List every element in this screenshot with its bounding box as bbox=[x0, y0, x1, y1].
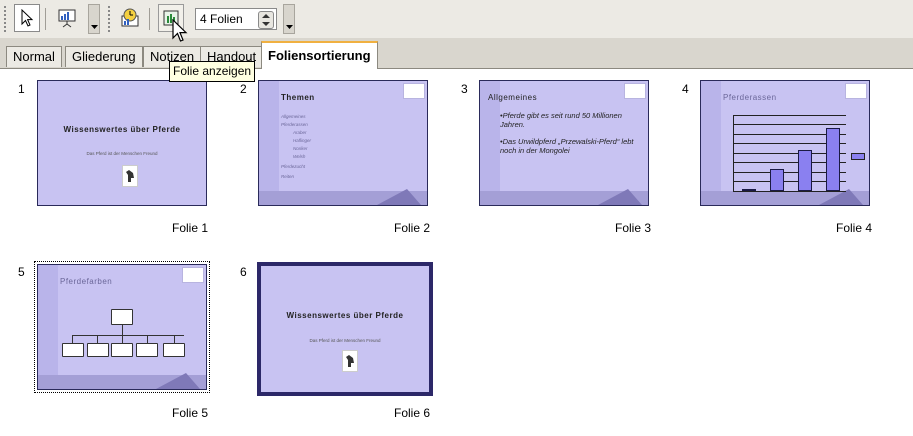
select-button[interactable] bbox=[14, 4, 40, 32]
slide-caption: Folie 6 bbox=[394, 406, 431, 420]
slide-thumbnail-4[interactable]: Pferderassen bbox=[700, 80, 870, 206]
slide-caption: Folie 2 bbox=[394, 221, 431, 235]
toolbar-dropdown-arrow[interactable] bbox=[88, 4, 100, 34]
toolbar-separator bbox=[149, 8, 150, 30]
slide-show-icon bbox=[58, 9, 76, 28]
slide-logo bbox=[624, 83, 646, 99]
chart-bar bbox=[770, 169, 784, 191]
chart-bar bbox=[742, 189, 756, 191]
org-chart-line bbox=[174, 335, 175, 343]
chevron-down-icon bbox=[285, 25, 293, 29]
toolbar-dropdown-arrow[interactable] bbox=[283, 4, 295, 34]
slide-decoration bbox=[38, 265, 58, 389]
slide-caption: Folie 3 bbox=[615, 221, 652, 235]
slide-bullet: Allgemeines bbox=[281, 114, 306, 119]
slide-number: 3 bbox=[461, 82, 468, 96]
view-tabs: Normal Gliederung Notizen Handout Folien… bbox=[0, 38, 913, 69]
org-chart-line bbox=[122, 335, 123, 343]
slide-logo bbox=[182, 267, 204, 283]
slide-title: Themen bbox=[281, 93, 315, 102]
slide-number: 5 bbox=[18, 265, 25, 279]
slide-logo bbox=[403, 83, 425, 99]
org-chart-box bbox=[111, 343, 133, 357]
slide-bullet: Welsh bbox=[293, 154, 306, 159]
horse-head-icon bbox=[346, 355, 354, 367]
slide-thumbnail-5[interactable]: Pferdefarben bbox=[34, 261, 210, 393]
slide-number: 2 bbox=[240, 82, 247, 96]
slide-bullet: Araber bbox=[293, 130, 307, 135]
org-chart-line bbox=[122, 325, 123, 335]
horse-image bbox=[122, 165, 138, 187]
slides-per-row-field[interactable]: 4 Folien bbox=[195, 8, 277, 30]
slide-bullet: •Pferde gibt es seit rund 50 Millionen J… bbox=[500, 111, 622, 129]
spin-up-down-icon bbox=[262, 14, 270, 26]
org-chart-line bbox=[72, 335, 73, 343]
slide-bullet: Haflinger bbox=[293, 138, 312, 143]
org-chart-box bbox=[111, 309, 133, 325]
org-chart-box bbox=[87, 343, 109, 357]
slide-decoration bbox=[259, 81, 279, 205]
slide-thumbnail-6[interactable]: Wissenswertes über Pferde Das Pferd ist … bbox=[257, 262, 433, 396]
tooltip: Folie anzeigen bbox=[169, 61, 256, 82]
org-chart-line bbox=[72, 335, 184, 336]
slides-per-row-spinner[interactable] bbox=[258, 11, 274, 29]
slide-title: Wissenswertes über Pferde bbox=[286, 311, 404, 320]
chart-legend bbox=[851, 153, 865, 160]
toolbar-grip[interactable] bbox=[4, 6, 6, 32]
slide-number: 4 bbox=[682, 82, 689, 96]
chevron-down-icon bbox=[90, 25, 98, 29]
slide-logo bbox=[845, 83, 867, 99]
slide-caption: Folie 4 bbox=[836, 221, 873, 235]
slide-title: Allgemeines bbox=[488, 93, 538, 102]
tab-slide-sorter[interactable]: Foliensortierung bbox=[261, 41, 378, 69]
tab-outline[interactable]: Gliederung bbox=[65, 46, 143, 67]
toolbar-grip[interactable] bbox=[108, 6, 110, 32]
org-chart-line bbox=[147, 335, 148, 343]
slide-bullet-text: Das Urwildpferd „Przewalski-Pferd“ lebt … bbox=[500, 137, 634, 155]
slide-title: Pferdefarben bbox=[60, 277, 113, 286]
slide-bullet: Pferdezucht bbox=[281, 164, 306, 169]
slide-show-button[interactable] bbox=[54, 4, 80, 32]
horse-image bbox=[342, 350, 358, 372]
slide-thumbnail-3[interactable]: Allgemeines •Pferde gibt es seit rund 50… bbox=[479, 80, 649, 206]
slide-decoration bbox=[156, 373, 200, 389]
slide-bullet: Pferderassen bbox=[281, 122, 308, 127]
slide-thumbnail-2[interactable]: Themen Allgemeines Pferderassen Araber H… bbox=[258, 80, 428, 206]
horse-head-icon bbox=[126, 170, 134, 182]
slide-bullet: Noriker bbox=[293, 146, 308, 151]
slides-per-row-value: 4 Folien bbox=[200, 12, 243, 26]
slide-decoration bbox=[598, 189, 642, 205]
toolbar-separator bbox=[45, 8, 46, 30]
slide-title: Pferderassen bbox=[723, 93, 777, 102]
slide-bullet: •Das Urwildpferd „Przewalski-Pferd“ lebt… bbox=[500, 137, 634, 155]
slide-decoration bbox=[701, 81, 721, 205]
select-arrow-icon bbox=[21, 9, 34, 27]
slide-bullet: Reiten bbox=[281, 174, 295, 179]
slide-transition-button[interactable] bbox=[117, 4, 143, 32]
org-chart-box bbox=[136, 343, 158, 357]
slide-sorter-toolbar: 4 Folien bbox=[0, 0, 913, 39]
tab-normal[interactable]: Normal bbox=[6, 46, 62, 67]
slide-chart bbox=[733, 115, 846, 192]
slide-thumbnail-1[interactable]: Wissenswertes über Pferde Das Pferd ist … bbox=[37, 80, 207, 206]
mouse-cursor-icon bbox=[172, 19, 188, 42]
slide-subtitle: Das Pferd ist der Menschen Freund bbox=[309, 338, 381, 343]
slide-number: 6 bbox=[240, 265, 247, 279]
org-chart-box bbox=[163, 343, 185, 357]
slide-caption: Folie 1 bbox=[172, 221, 209, 235]
slide-decoration bbox=[377, 189, 421, 205]
slide-caption: Folie 5 bbox=[172, 406, 209, 420]
slide-bullet-text: Pferde gibt es seit rund 50 Millionen Ja… bbox=[500, 111, 622, 129]
slide-title: Wissenswertes über Pferde bbox=[63, 125, 181, 134]
chart-bar bbox=[798, 150, 812, 191]
org-chart-box bbox=[62, 343, 84, 357]
slide-subtitle: Das Pferd ist der Menschen Freund bbox=[86, 151, 158, 156]
slide-transition-icon bbox=[121, 8, 139, 27]
slide-number: 1 bbox=[18, 82, 25, 96]
chart-bar bbox=[826, 128, 840, 191]
org-chart-line bbox=[97, 335, 98, 343]
